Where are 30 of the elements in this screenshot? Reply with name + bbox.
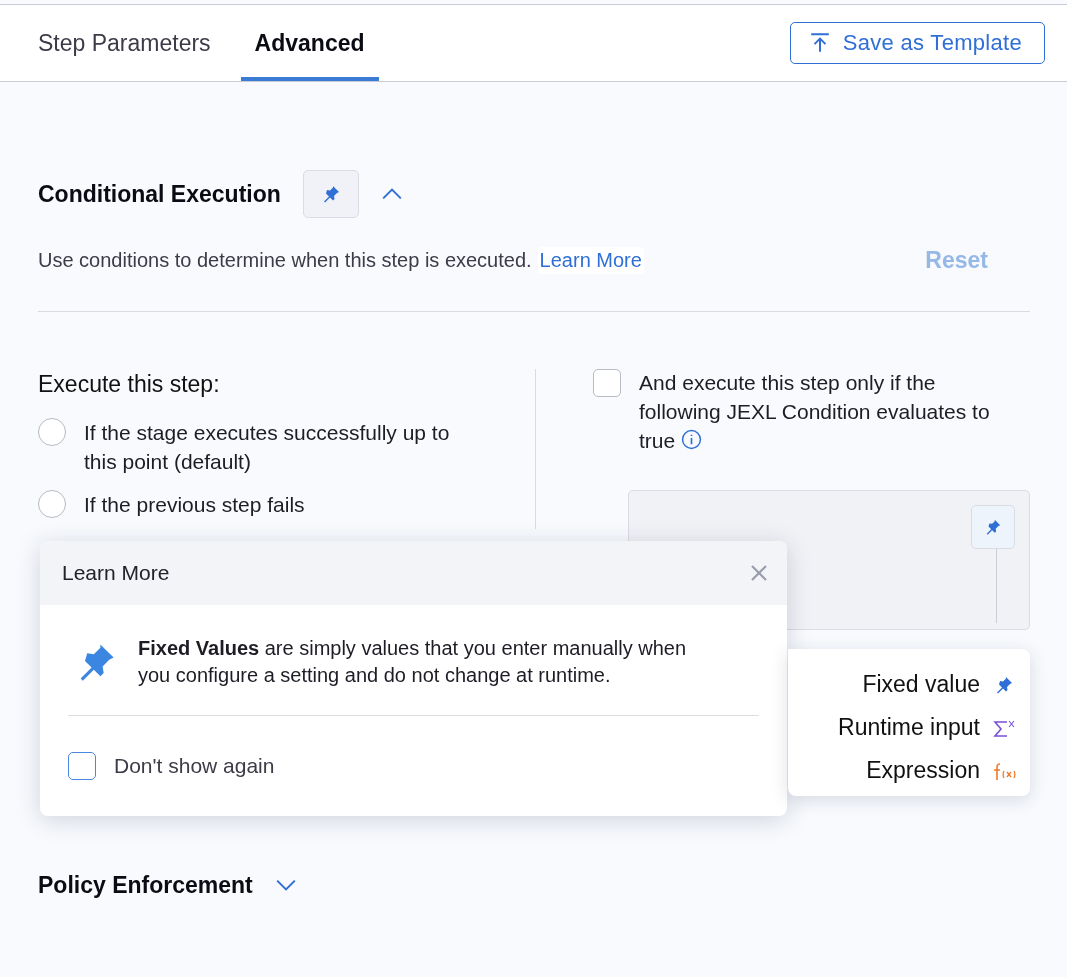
section-title: Conditional Execution (38, 180, 281, 208)
pin-button[interactable] (302, 170, 359, 218)
menu-item[interactable]: Fixed value (788, 663, 1016, 706)
option-label: If the previous step fails (84, 492, 306, 518)
chevron-icon[interactable] (274, 878, 297, 892)
close-icon[interactable] (749, 563, 769, 583)
tab[interactable]: Advanced (240, 5, 379, 81)
chevron-icon[interactable] (380, 187, 403, 201)
checkbox[interactable] (593, 369, 621, 397)
pin-button[interactable] (971, 505, 1015, 549)
menu-item[interactable]: Expression (788, 749, 1016, 792)
info-icon[interactable] (681, 429, 703, 450)
menu-item[interactable]: Runtime input (788, 706, 1016, 749)
description-text: Use conditions to determine when this step is executed. (38, 249, 532, 272)
radio-button[interactable] (38, 418, 66, 446)
condition-label: And execute this step only if the following JEXL Condition evaluates to true (639, 370, 991, 454)
pin-icon (984, 518, 1002, 536)
save-as-template-button[interactable]: Save as Template (789, 22, 1045, 64)
option-label: If the stage executes successfully up to this point (default) (84, 420, 451, 475)
function-icon (992, 760, 1016, 781)
learn-more-link[interactable]: Learn More (537, 247, 644, 274)
checkbox[interactable] (68, 752, 96, 780)
section-title: Policy Enforcement (38, 871, 253, 899)
upload-icon (808, 32, 831, 54)
radio-button[interactable] (38, 490, 66, 518)
popover-text: Fixed Values are simply values that you enter manually when you configure a setting and do not change at runtime. (138, 636, 688, 688)
execute-heading: Execute this step: (38, 371, 221, 398)
tab[interactable]: Step Parameters (24, 5, 225, 81)
popover-title: Learn More (62, 561, 170, 585)
checkbox-label: Don't show again (114, 754, 275, 778)
